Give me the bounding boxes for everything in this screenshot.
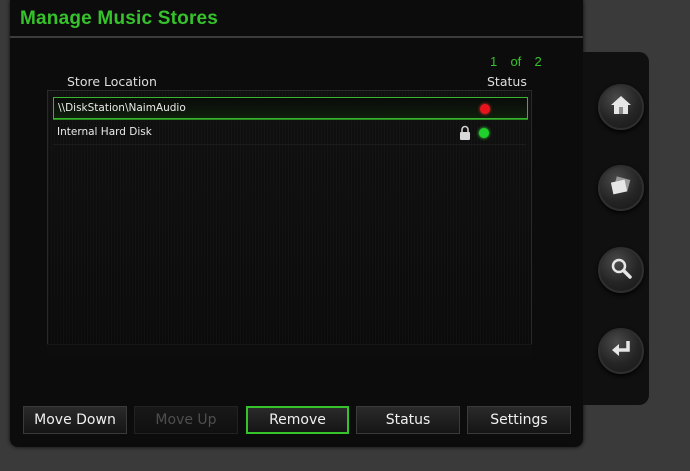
albums-button[interactable] <box>598 165 644 211</box>
lock-icon <box>459 125 471 145</box>
list-reflection <box>47 344 532 366</box>
settings-button[interactable]: Settings <box>467 406 571 434</box>
status-button[interactable]: Status <box>356 406 460 434</box>
back-icon <box>610 339 632 363</box>
search-icon <box>610 257 632 283</box>
store-row-diskstation[interactable]: \\DiskStation\NaimAudio <box>53 97 528 119</box>
store-location-label: \\DiskStation\NaimAudio <box>58 102 186 114</box>
status-offline-dot <box>480 104 490 114</box>
store-location-label: Internal Hard Disk <box>57 126 152 138</box>
title-divider <box>10 36 583 38</box>
page-title: Manage Music Stores <box>20 8 219 29</box>
albums-icon <box>609 176 633 200</box>
store-list[interactable]: \\DiskStation\NaimAudio Internal Hard Di… <box>47 90 532 345</box>
home-button[interactable] <box>598 84 644 130</box>
back-button[interactable] <box>598 328 644 374</box>
move-up-button[interactable]: Move Up <box>134 406 238 434</box>
search-button[interactable] <box>598 247 644 293</box>
move-down-button[interactable]: Move Down <box>23 406 127 434</box>
status-online-dot <box>479 128 489 138</box>
home-icon <box>610 95 632 119</box>
store-row-internal-disk[interactable]: Internal Hard Disk <box>53 122 526 145</box>
remove-button[interactable]: Remove <box>246 406 349 434</box>
column-header-location: Store Location <box>67 74 157 89</box>
page-indicator: 1 of 2 <box>490 54 542 69</box>
column-header-status: Status <box>487 74 527 89</box>
